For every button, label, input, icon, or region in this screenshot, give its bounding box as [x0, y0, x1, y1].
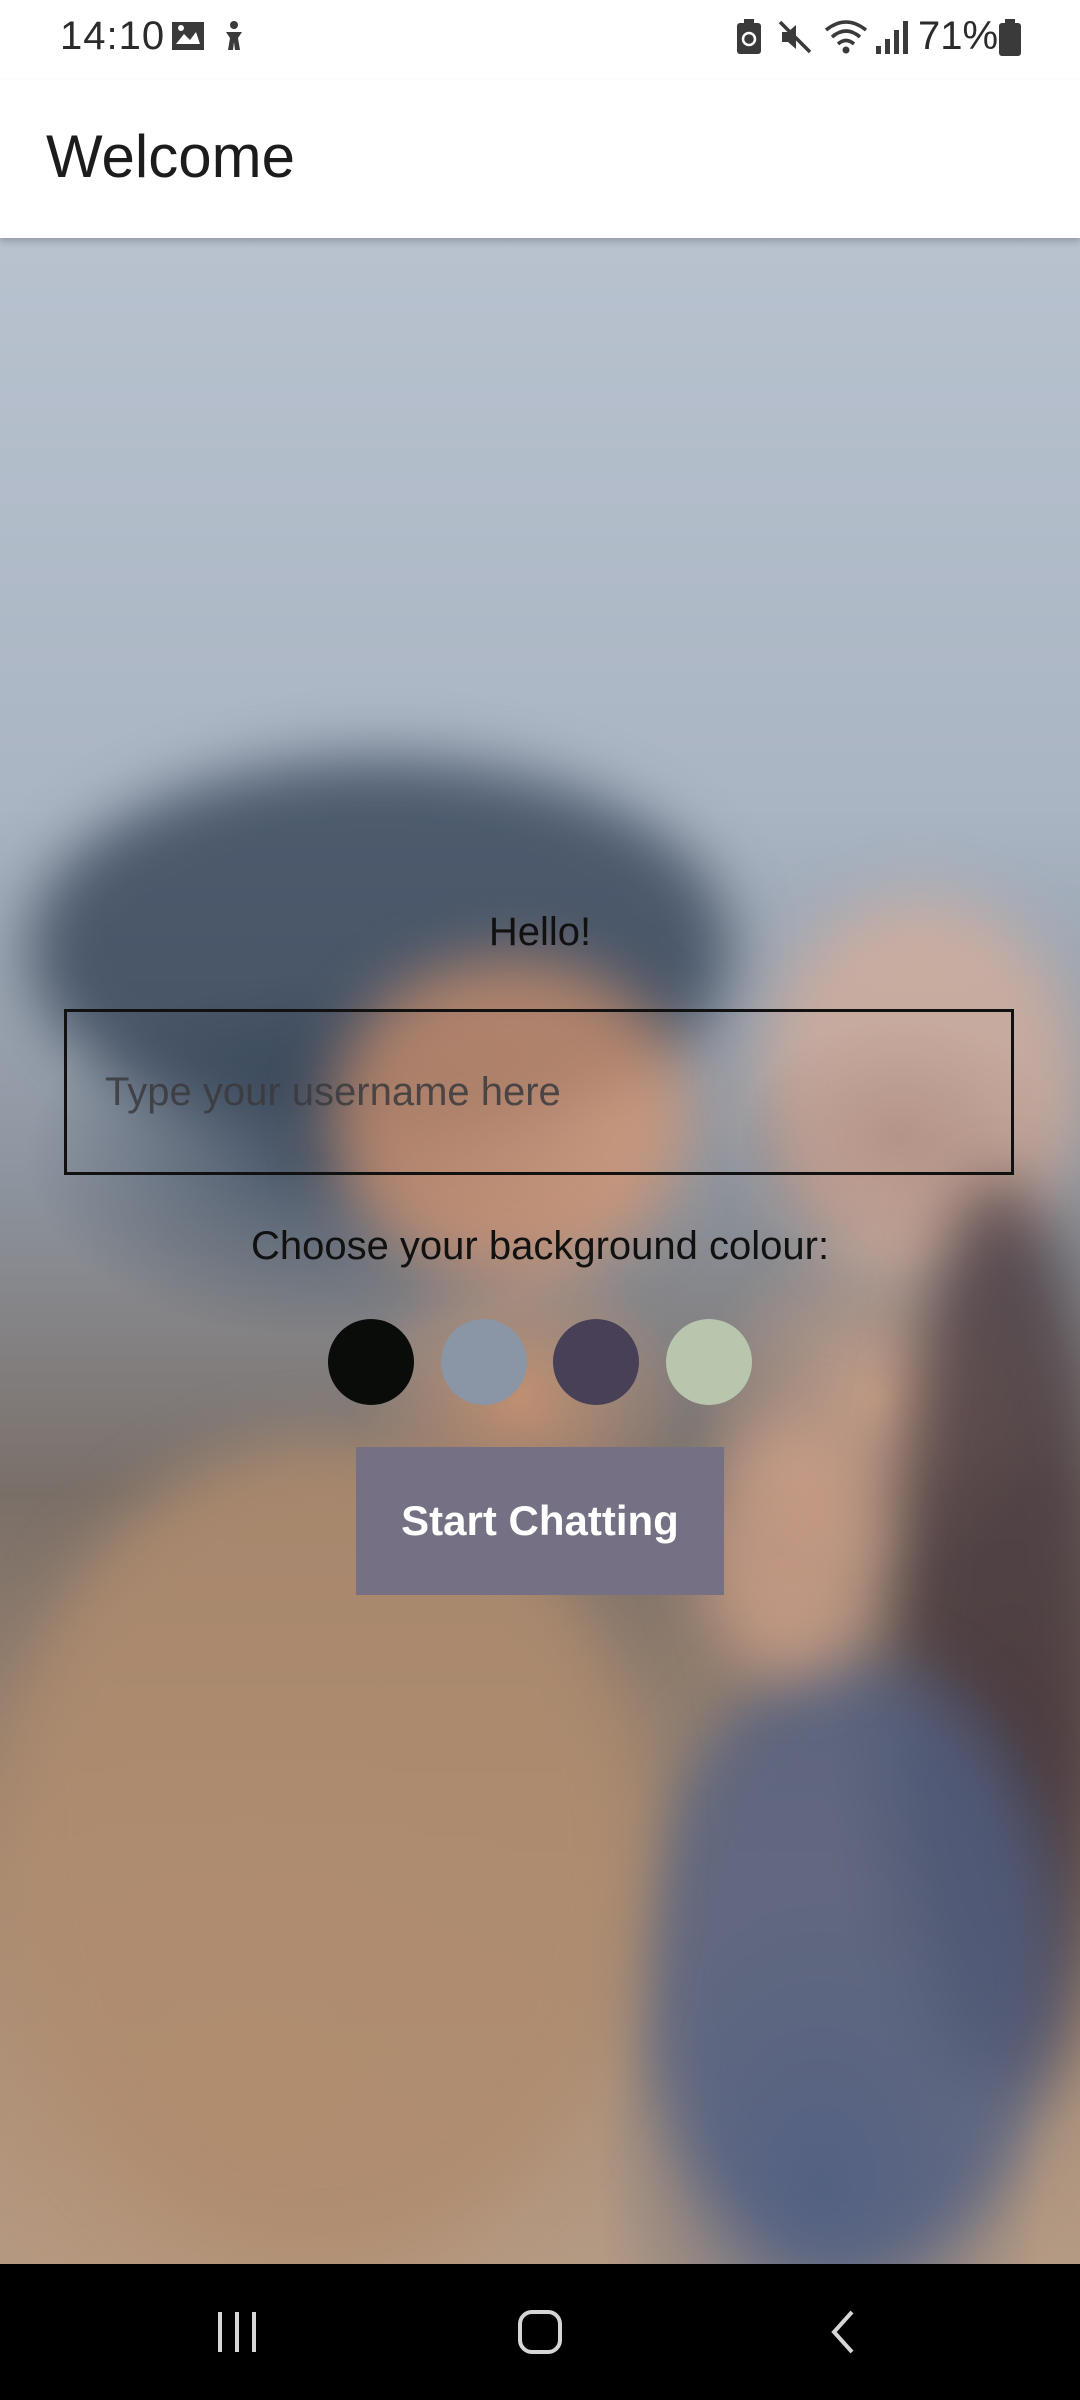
welcome-screen: 14:10 71% Welcome Hello! Type your usern… [0, 0, 1080, 2400]
color-swatch-grey-blue[interactable] [440, 1319, 527, 1405]
status-bar: 14:10 71% [0, 0, 1080, 80]
home-icon[interactable] [512, 2304, 568, 2365]
color-swatch-group [328, 1319, 752, 1405]
start-chatting-button[interactable]: Start Chatting [356, 1447, 724, 1595]
recent-apps-icon[interactable] [212, 2304, 262, 2365]
greeting-text: Hello! [488, 910, 592, 954]
accessibility-icon [216, 18, 252, 59]
gallery-icon [170, 18, 206, 59]
app-bar: Welcome [0, 80, 1080, 238]
back-icon[interactable] [816, 2304, 872, 2365]
hand-shape [700, 1418, 880, 1678]
color-swatch-purple[interactable] [553, 1319, 640, 1405]
status-time: 14:10 [60, 14, 166, 58]
mute-icon [776, 18, 814, 61]
color-swatch-black[interactable] [328, 1319, 414, 1405]
color-prompt-label: Choose your background colour: [250, 1224, 830, 1268]
navigation-bar [0, 2264, 1080, 2400]
color-swatch-green[interactable] [665, 1319, 752, 1405]
page-title: Welcome [46, 123, 295, 190]
battery-icon [998, 18, 1022, 63]
battery-saver-icon [734, 18, 764, 61]
username-input[interactable] [64, 1009, 1014, 1175]
battery-percent: 71% [918, 14, 999, 58]
wifi-icon [824, 18, 868, 61]
jacket-shape [640, 1658, 1060, 2264]
signal-icon [874, 18, 910, 61]
